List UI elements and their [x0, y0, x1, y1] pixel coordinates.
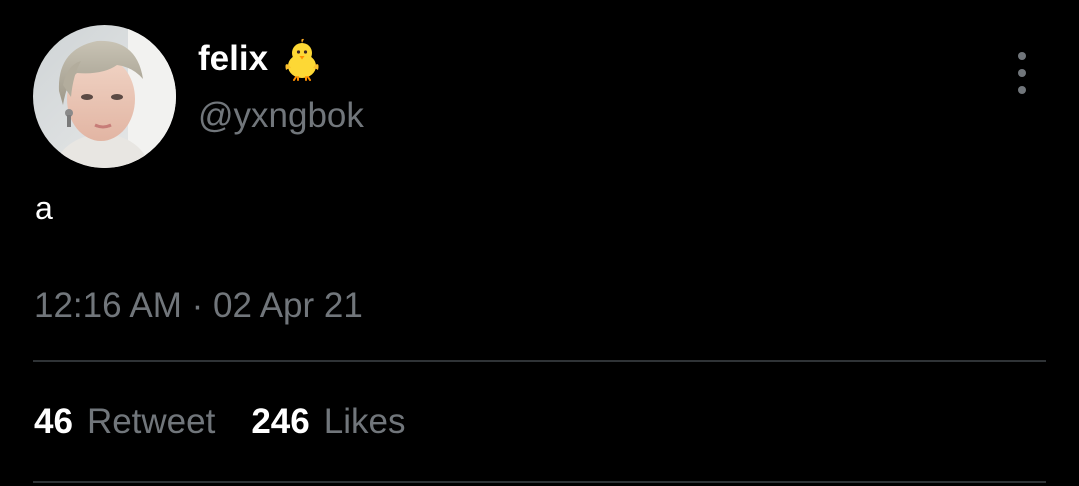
- engagement-stats: 46 Retweet 246 Likes: [34, 402, 405, 442]
- likes-count[interactable]: 246: [251, 402, 309, 442]
- more-vertical-icon-dot: [1018, 86, 1026, 94]
- more-vertical-icon-dot: [1018, 69, 1026, 77]
- retweets-label[interactable]: Retweet: [87, 402, 215, 442]
- tweet-text: a: [35, 190, 53, 226]
- divider: [33, 360, 1046, 362]
- retweets-count[interactable]: 46: [34, 402, 73, 442]
- author-name-row[interactable]: felix: [198, 36, 324, 82]
- divider: [33, 481, 1046, 483]
- likes-label[interactable]: Likes: [324, 402, 406, 442]
- baby-chick-icon: [285, 38, 319, 81]
- display-name[interactable]: felix: [198, 39, 268, 79]
- more-vertical-icon: [1018, 52, 1026, 60]
- avatar[interactable]: [33, 25, 176, 168]
- more-options-button[interactable]: [1005, 52, 1039, 94]
- tweet-timestamp[interactable]: 12:16 AM · 02 Apr 21: [34, 286, 363, 326]
- avatar-image: [33, 25, 176, 168]
- author-handle[interactable]: @yxngbok: [198, 96, 364, 136]
- tweet-detail: felix @yxngbok a 12:16 AM · 02 Apr 21 46…: [0, 0, 1079, 486]
